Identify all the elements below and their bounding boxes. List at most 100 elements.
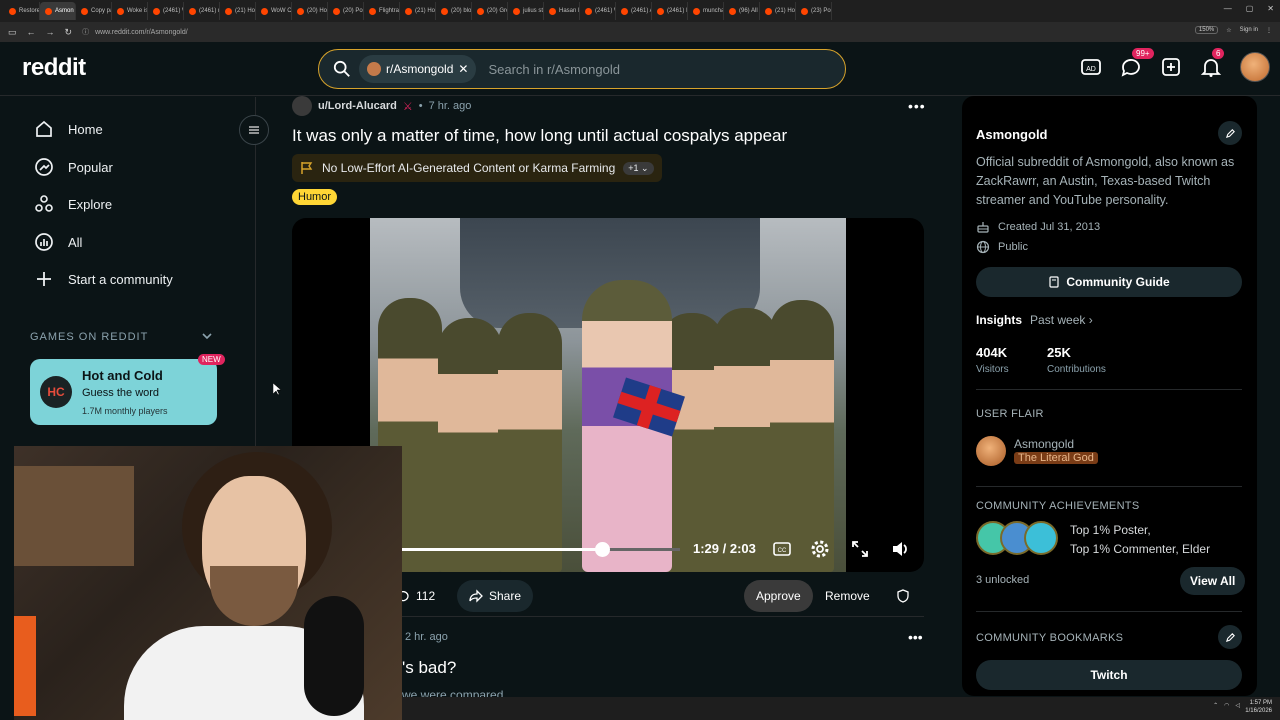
community-title: Asmongold <box>976 127 1048 142</box>
sidebar-item-home[interactable]: Home <box>34 117 103 141</box>
chat-badge: 99+ <box>1132 48 1154 59</box>
browser-tab[interactable]: Asmon <box>40 2 76 20</box>
mod-shield-button[interactable] <box>890 580 916 612</box>
browser-tab[interactable]: Flightrad <box>364 2 400 20</box>
bookmarks-header: COMMUNITY BOOKMARKS <box>976 632 1124 644</box>
video-scrub-handle[interactable] <box>594 542 610 557</box>
share-button[interactable]: Share <box>457 580 534 612</box>
remove-button[interactable]: Remove <box>813 580 882 612</box>
captions-icon[interactable]: CC <box>772 539 792 559</box>
star-icon[interactable]: ☆ <box>1226 27 1231 34</box>
clear-chip-icon[interactable]: ✕ <box>458 62 468 76</box>
reload-icon[interactable]: ↻ <box>65 27 73 38</box>
tab-label: (2461) Alp <box>631 8 651 14</box>
video-progress-bar[interactable] <box>400 542 680 557</box>
forward-icon[interactable]: → <box>46 27 55 38</box>
more-rules-badge[interactable]: +1 ⌄ <box>623 161 654 175</box>
chevron-down-icon[interactable] <box>200 329 214 343</box>
browser-tab[interactable]: WoW Cla <box>256 2 292 20</box>
sign-in-button[interactable]: Sign in <box>1240 27 1258 33</box>
browser-tab[interactable]: (20) Hom <box>292 2 328 20</box>
browser-tab[interactable]: (20) bloo <box>436 2 472 20</box>
maximize-icon[interactable]: ▢ <box>1246 4 1254 13</box>
browser-tab[interactable]: (21) Hom <box>220 2 256 20</box>
user-avatar[interactable] <box>1240 52 1270 82</box>
browser-tab[interactable]: (96) All C <box>724 2 760 20</box>
close-icon[interactable]: ✕ <box>1267 4 1274 13</box>
view-all-button[interactable]: View All <box>1180 567 1246 595</box>
post-flair[interactable]: Humor <box>292 189 338 205</box>
fullscreen-icon[interactable] <box>850 539 870 559</box>
speaker-icon[interactable]: ◁ <box>1235 702 1240 709</box>
browser-tab[interactable]: (21) Hom <box>760 2 796 20</box>
author-avatar[interactable] <box>292 96 312 116</box>
community-guide-button[interactable]: Community Guide <box>976 267 1242 297</box>
game-card[interactable]: HC Hot and Cold Guess the word 1.7M mont… <box>30 354 225 425</box>
collapse-sidebar-button[interactable] <box>239 115 269 145</box>
new-badge: NEW <box>198 354 225 365</box>
info-icon[interactable]: ⓘ <box>82 27 89 37</box>
sidebar-item-explore[interactable]: Explore <box>34 192 112 216</box>
browser-tab[interactable]: (2461) Wi <box>580 2 616 20</box>
browser-tab[interactable]: (20) Grok <box>472 2 508 20</box>
advertise-icon[interactable]: AD <box>1080 56 1102 78</box>
settings-gear-icon[interactable] <box>810 539 830 559</box>
edit-bookmarks-button[interactable] <box>1218 625 1242 649</box>
browser-tab[interactable]: Copy pas <box>76 2 112 20</box>
browser-tab[interactable]: (2461) ni <box>184 2 220 20</box>
subreddit-chip[interactable]: r/Asmongold ✕ <box>359 55 477 83</box>
bookmark-twitch-button[interactable]: Twitch <box>976 660 1242 690</box>
post2-title[interactable]: 's bad? <box>402 658 456 678</box>
flair-avatar <box>976 436 1006 466</box>
minimize-icon[interactable]: — <box>1224 4 1232 13</box>
remove-label: Remove <box>825 589 870 603</box>
browser-tab[interactable]: (20) Post <box>328 2 364 20</box>
tab-label: WoW Cla <box>271 8 292 14</box>
sidebar-item-start-community[interactable]: Start a community <box>34 267 173 291</box>
browser-tab[interactable]: Woke is f <box>112 2 148 20</box>
tab-favicon-icon <box>801 7 808 15</box>
approve-button[interactable]: Approve <box>744 580 813 612</box>
video-frame <box>370 218 846 572</box>
search-bar[interactable]: r/Asmongold ✕ Search in r/Asmongold <box>318 49 846 89</box>
rule-warning-chip[interactable]: No Low-Effort AI-Generated Content or Ka… <box>292 154 662 182</box>
browser-tab[interactable]: Restore S <box>4 2 40 20</box>
notification-bell-icon[interactable]: 6 <box>1200 48 1225 78</box>
wifi-icon[interactable]: ◠ <box>1224 702 1229 709</box>
sidebar-item-popular[interactable]: Popular <box>34 155 113 179</box>
create-post-icon[interactable] <box>1160 56 1182 78</box>
browser-tab[interactable]: julius stre <box>508 2 544 20</box>
post-title[interactable]: It was only a matter of time, how long u… <box>292 126 787 146</box>
chat-icon[interactable]: 99+ <box>1120 48 1154 78</box>
edit-about-button[interactable] <box>1218 121 1242 145</box>
insights-row[interactable]: Insights Past week › <box>976 313 1093 327</box>
more-options-icon[interactable]: ••• <box>908 98 926 114</box>
url-text[interactable]: www.reddit.com/r/Asmongold/ <box>95 29 188 36</box>
tab-label: (2461) Ins <box>667 8 688 14</box>
browser-tab[interactable]: (2461) Alp <box>616 2 652 20</box>
browser-tab[interactable]: (2461) Ins <box>652 2 688 20</box>
sidebar-item-all[interactable]: All <box>34 230 82 254</box>
author-name[interactable]: u/Lord-Alucard <box>318 100 397 112</box>
zoom-level[interactable]: 150% <box>1194 26 1219 34</box>
browser-tab[interactable]: (21) Hom <box>400 2 436 20</box>
reddit-logo[interactable]: reddit <box>22 54 86 82</box>
browser-tab[interactable]: (2461) Wi <box>148 2 184 20</box>
back-icon[interactable]: ← <box>27 27 36 38</box>
search-input[interactable]: Search in r/Asmongold <box>488 62 620 77</box>
flair-tag[interactable]: The Literal God <box>1014 452 1098 464</box>
tab-favicon-icon <box>441 7 448 15</box>
browser-tab[interactable]: Hasan Pik <box>544 2 580 20</box>
tab-label: Flightrad <box>379 8 400 14</box>
tray-icon[interactable]: ⌃ <box>1213 702 1218 709</box>
system-clock[interactable]: 1:57 PM 1/16/2026 <box>1245 699 1272 715</box>
more-options-icon[interactable]: ••• <box>908 629 923 645</box>
volume-icon[interactable] <box>890 539 910 559</box>
games-header[interactable]: GAMES ON REDDIT <box>30 331 148 343</box>
browser-tab[interactable]: (23) Post <box>796 2 832 20</box>
tab-label: munchau <box>703 8 723 14</box>
browser-tab[interactable]: munchau <box>688 2 724 20</box>
achievement-badges[interactable] <box>976 521 1058 557</box>
sidebar-toggle-icon[interactable]: ▭ <box>8 27 17 38</box>
menu-icon[interactable]: ⋮ <box>1266 27 1272 34</box>
